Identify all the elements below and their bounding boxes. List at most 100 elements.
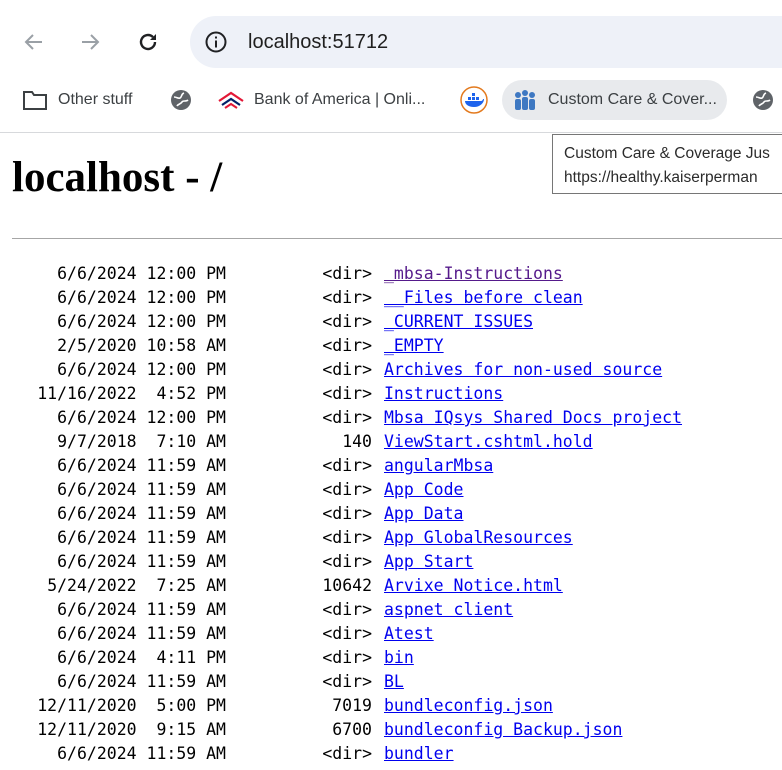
bookmark-globe-2[interactable]: [752, 78, 774, 122]
entry-link[interactable]: App Code: [384, 480, 463, 499]
table-row: 6/6/2024 12:00 PM <dir> _CURRENT ISSUES: [12, 310, 682, 334]
entry-link[interactable]: angularMbsa: [384, 456, 493, 475]
entry-size: 10642: [322, 576, 372, 595]
entry-link[interactable]: App Start: [384, 552, 473, 571]
tooltip-url: https://healthy.kaiserperman: [564, 169, 758, 186]
entry-date: 6/6/2024 11:59 AM: [57, 456, 226, 475]
entry-date: 6/6/2024 11:59 AM: [57, 672, 226, 691]
entry-size: <dir>: [322, 480, 372, 499]
table-row: 6/6/2024 11:59 AM <dir> bundler: [12, 742, 682, 766]
bookmark-bank-of-america[interactable]: Bank of America | Onli...: [218, 78, 425, 122]
docker-icon: [460, 86, 488, 114]
table-row: 6/6/2024 11:59 AM <dir> angularMbsa: [12, 454, 682, 478]
back-button[interactable]: [16, 24, 52, 60]
entry-size: <dir>: [322, 408, 372, 427]
globe-icon: [171, 90, 191, 110]
table-row: 6/6/2024 11:59 AM <dir> App GlobalResource…: [12, 526, 682, 550]
entry-link[interactable]: Mbsa IQsys Shared Docs project: [384, 408, 682, 427]
address-bar[interactable]: localhost:51712: [190, 16, 782, 68]
entry-date: 6/6/2024 12:00 PM: [57, 288, 226, 307]
entry-size: <dir>: [322, 456, 372, 475]
bookmark-tooltip: Custom Care & Coverage Jus https://healt…: [552, 134, 782, 194]
entry-link[interactable]: Atest: [384, 624, 434, 643]
entry-size: <dir>: [322, 744, 372, 763]
folder-icon: [23, 91, 47, 110]
table-row: 5/24/2022 7:25 AM 10642 Arvixe Notice.html: [12, 574, 682, 598]
entry-date: 6/6/2024 11:59 AM: [57, 600, 226, 619]
entry-link[interactable]: _mbsa-Instructions: [384, 264, 563, 283]
entry-date: 6/6/2024 12:00 PM: [57, 312, 226, 331]
bookmarks-bar: Other stuff Bank of America | Onli... Cu…: [0, 78, 782, 133]
entry-link[interactable]: Instructions: [384, 384, 503, 403]
table-row: 9/7/2018 7:10 AM 140 ViewStart.cshtml.hold: [12, 430, 682, 454]
directory-listing: 6/6/2024 12:00 PM <dir> _mbsa-Instructions…: [12, 262, 682, 766]
entry-link[interactable]: bundleconfig Backup.json: [384, 720, 622, 739]
page-title: localhost - /: [12, 154, 223, 201]
table-row: 12/11/2020 5:00 PM 7019 bundleconfig.json: [12, 694, 682, 718]
entry-link[interactable]: __Files before clean: [384, 288, 583, 307]
entry-size: 6700: [332, 720, 372, 739]
table-row: 6/6/2024 11:59 AM <dir> aspnet client: [12, 598, 682, 622]
bookmark-other-stuff[interactable]: Other stuff: [22, 78, 132, 122]
entry-date: 2/5/2020 10:58 AM: [57, 336, 226, 355]
arrow-right-icon: [82, 34, 100, 50]
entry-link[interactable]: ViewStart.cshtml.hold: [384, 432, 593, 451]
reload-button[interactable]: [130, 24, 166, 60]
table-row: 6/6/2024 11:59 AM <dir> App Code: [12, 478, 682, 502]
browser-toolbar: localhost:51712: [0, 0, 782, 84]
bookmark-globe-1[interactable]: [170, 78, 192, 122]
entry-link[interactable]: _CURRENT ISSUES: [384, 312, 533, 331]
entry-size: <dir>: [322, 552, 372, 571]
entry-link[interactable]: Archives for non-used source: [384, 360, 662, 379]
bookmark-label: Other stuff: [58, 91, 133, 108]
entry-date: 9/7/2018 7:10 AM: [57, 432, 226, 451]
entry-link[interactable]: aspnet client: [384, 600, 513, 619]
info-icon[interactable]: [204, 30, 228, 54]
entry-link[interactable]: _EMPTY: [384, 336, 444, 355]
entry-date: 6/6/2024 11:59 AM: [57, 504, 226, 523]
entry-date: 6/6/2024 11:59 AM: [57, 744, 226, 763]
entry-link[interactable]: bundler: [384, 744, 454, 763]
entry-size: <dir>: [322, 312, 372, 331]
table-row: 6/6/2024 11:59 AM <dir> BL: [12, 670, 682, 694]
entry-link[interactable]: bin: [384, 648, 414, 667]
entry-date: 12/11/2020 5:00 PM: [37, 696, 226, 715]
entry-size: <dir>: [322, 264, 372, 283]
entry-date: 6/6/2024 12:00 PM: [57, 408, 226, 427]
bookmark-custom-care[interactable]: Custom Care & Cover...: [502, 80, 727, 120]
entry-date: 12/11/2020 9:15 AM: [37, 720, 226, 739]
entry-size: <dir>: [322, 624, 372, 643]
entry-link[interactable]: App Data: [384, 504, 463, 523]
table-row: 6/6/2024 12:00 PM <dir> Archives for non-u…: [12, 358, 682, 382]
entry-date: 6/6/2024 12:00 PM: [57, 360, 226, 379]
table-row: 6/6/2024 11:59 AM <dir> App Data: [12, 502, 682, 526]
entry-size: <dir>: [322, 600, 372, 619]
entry-date: 6/6/2024 11:59 AM: [57, 624, 226, 643]
entry-size: <dir>: [322, 528, 372, 547]
globe-icon: [753, 90, 773, 110]
table-row: 11/16/2022 4:52 PM <dir> Instructions: [12, 382, 682, 406]
table-row: 2/5/2020 10:58 AM <dir> _EMPTY: [12, 334, 682, 358]
entry-link[interactable]: App GlobalResources: [384, 528, 573, 547]
entry-date: 6/6/2024 4:11 PM: [57, 648, 226, 667]
reload-icon: [139, 33, 157, 51]
forward-button[interactable]: [72, 24, 108, 60]
table-row: 6/6/2024 12:00 PM <dir> Mbsa IQsys Shared …: [12, 406, 682, 430]
table-row: 6/6/2024 11:59 AM <dir> App Start: [12, 550, 682, 574]
entry-link[interactable]: BL: [384, 672, 404, 691]
entry-size: <dir>: [322, 672, 372, 691]
bookmark-label: Custom Care & Cover...: [548, 91, 717, 108]
entry-size: <dir>: [322, 288, 372, 307]
table-row: 6/6/2024 12:00 PM <dir> _mbsa-Instructions: [12, 262, 682, 286]
table-row: 12/11/2020 9:15 AM 6700 bundleconfig Backu…: [12, 718, 682, 742]
entry-size: <dir>: [322, 384, 372, 403]
entry-date: 5/24/2022 7:25 AM: [47, 576, 226, 595]
tooltip-title: Custom Care & Coverage Jus: [564, 145, 770, 162]
entry-link[interactable]: Arvixe Notice.html: [384, 576, 563, 595]
bookmark-docker[interactable]: [460, 78, 488, 122]
entry-link[interactable]: bundleconfig.json: [384, 696, 553, 715]
entry-date: 6/6/2024 11:59 AM: [57, 552, 226, 571]
entry-date: 6/6/2024 12:00 PM: [57, 264, 226, 283]
url-text[interactable]: localhost:51712: [248, 30, 388, 54]
table-row: 6/6/2024 4:11 PM <dir> bin: [12, 646, 682, 670]
